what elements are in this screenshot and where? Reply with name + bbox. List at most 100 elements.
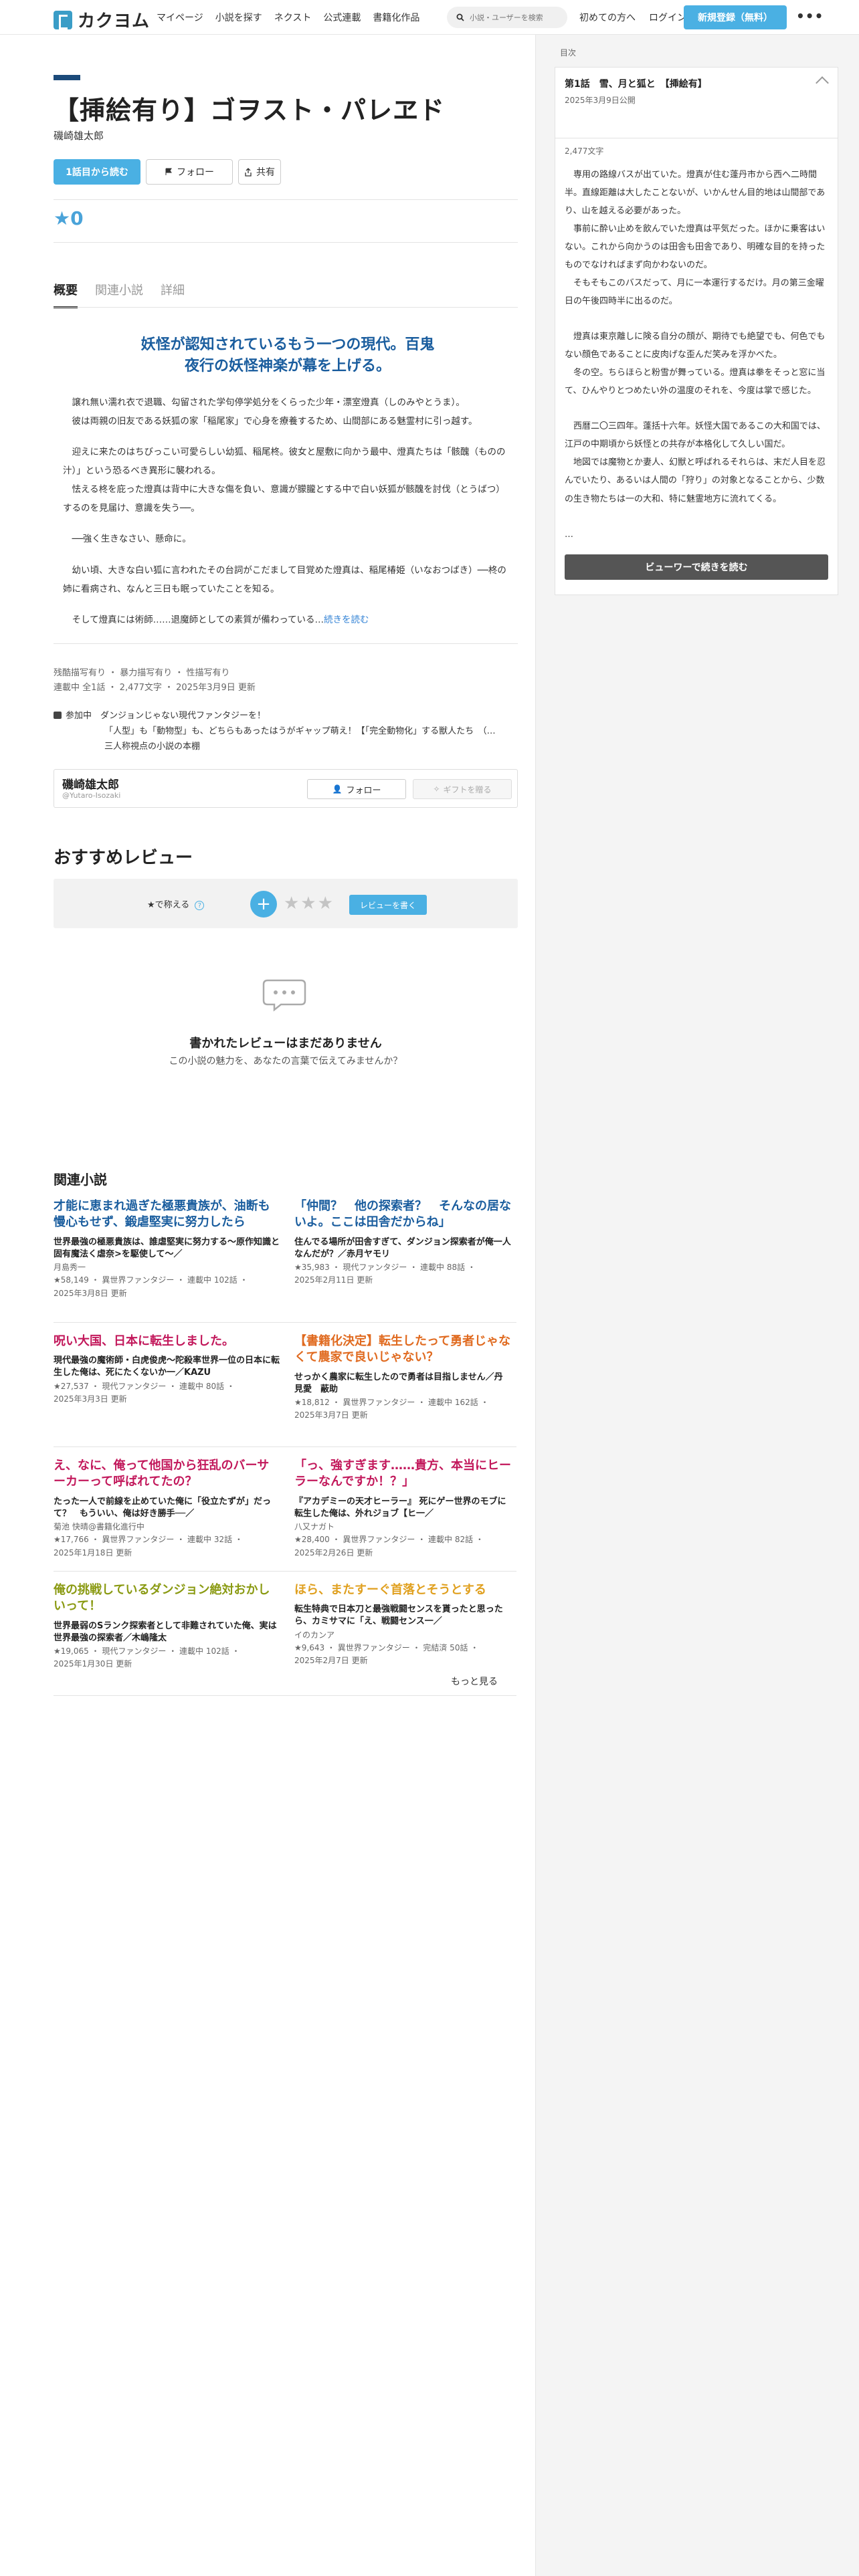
episode-char-count: 2,477文字 — [565, 146, 604, 156]
related-title: 関連小説 — [54, 1172, 107, 1188]
more-menu-icon[interactable]: ••• — [796, 8, 824, 24]
read-more-link[interactable]: 続きを読む — [324, 615, 369, 625]
preview-paragraph: 冬の空。ちらほらと粉雪が舞っている。燈真は拳をそっと窓に当て、ひんやりとつめたい… — [565, 368, 826, 397]
related-novel-author[interactable]: 菊池 快晴@書籍化進行中 — [54, 1521, 280, 1533]
related-novel-title[interactable]: 【書籍化決定】転生したって勇者じゃなくて農家で良いじゃない？ — [294, 1333, 511, 1366]
related-novel-updated: 2025年1月30日 更新 — [54, 1659, 132, 1669]
intro-paragraph: ──強く生きなさい、懸命に。 — [63, 534, 191, 545]
related-novel-item[interactable]: 俺の挑戦しているダンジョン絶対おかしいって！ 世界最弱のSランク探索者として非難さ… — [54, 1572, 285, 1696]
related-novel-author[interactable]: 月島秀一 — [54, 1262, 280, 1273]
help-icon[interactable]: ? — [195, 901, 205, 910]
related-novel-item[interactable]: 「仲間？ 他の探索者？ そんなの居ないよ。ここは田舎だからね」 住んでる場所が田舎… — [285, 1198, 516, 1323]
site-logo[interactable]: カクヨム — [54, 7, 150, 32]
related-novel-author[interactable]: 八又ナガト — [294, 1521, 511, 1533]
search-box[interactable] — [447, 7, 567, 28]
related-novel-title[interactable]: 呪い大国、日本に転生しました。 — [54, 1333, 280, 1350]
preview-paragraph: 専用の路線バスが出ていた。燈真が住む蓬丹市から西へ二時間半。直線距離は大したこと… — [565, 170, 826, 217]
related-novel-desc: たった一人で前線を止めていた俺に「役立たずが」だって？ もういい、俺は好き勝手─… — [54, 1496, 272, 1519]
work-author[interactable]: 磯崎雄太郎 — [54, 128, 104, 142]
related-novel-desc: 現代最強の魔術師・白虎俊虎〜陀殺率世界一位の日本に転生した俺は、死にたくないか一… — [54, 1356, 280, 1378]
first-visit-link[interactable]: 初めての方へ — [579, 11, 636, 24]
event-link[interactable]: 三人称視点の小説の本棚 — [54, 740, 496, 755]
related-novel-item[interactable]: え、なに、俺って他国から狂乱のバーサーカーって呼ばれてたの？ たった一人で前線を止… — [54, 1447, 285, 1572]
intro-paragraph: そして燈真には術師……退魔師としての素質が備わっている…続きを読む — [63, 614, 369, 625]
episode-preview-text: 専用の路線バスが出ていた。燈真が住む蓬丹市から西へ二時間半。直線距離は大したこと… — [565, 166, 828, 544]
toc-label: 目次 — [560, 48, 577, 58]
add-star-button[interactable]: + — [250, 891, 277, 918]
related-novel-author[interactable]: イのカンア — [294, 1630, 511, 1641]
nav-next[interactable]: ネクスト — [274, 11, 312, 24]
related-novel-item[interactable]: 「っ、強すぎます……貴方、本当にヒーラーなんですか！？」 『アカデミーの天才ヒーラ… — [285, 1447, 516, 1572]
share-icon — [245, 167, 252, 177]
related-novel-desc: せっかく農家に転生したので勇者は目指しません／丹見愛 蔽助 — [294, 1372, 503, 1394]
event-link[interactable]: ダンジョンじゃない現代ファンタジーを！ — [100, 711, 266, 721]
empty-reviews-title: 書かれたレビューはまだありません — [189, 1037, 382, 1051]
nav-books[interactable]: 書籍化作品 — [373, 11, 419, 24]
praise-label: ★で称える ? — [147, 897, 205, 910]
preview-paragraph — [565, 400, 828, 417]
author-card: 磯崎雄太郎 @Yutaro-Isozaki 👤 フォロー ✧ ギフトを贈る — [54, 769, 518, 808]
signup-button[interactable]: 新規登録（無料） — [684, 5, 787, 29]
related-novel-updated: 2025年3月3日 更新 — [54, 1394, 127, 1404]
related-novel-item[interactable]: 才能に恵まれ過ぎた極悪貴族が、油断も慢心もせず、鍛虐堅実に努力したら世界最強の極… — [54, 1198, 285, 1323]
preview-gap — [565, 508, 828, 526]
related-novel-updated: 2025年2月11日 更新 — [294, 1275, 373, 1285]
nav-search-novels[interactable]: 小説を探す — [215, 11, 262, 24]
empty-reviews-subtitle: この小説の魅力を、あなたの言葉で伝えてみませんか？ — [169, 1056, 403, 1067]
events: 参加中 ダンジョンじゃない現代ファンタジーを！ 「人型」も「動物型」も、どちらも… — [54, 709, 496, 754]
related-novel-title[interactable]: え、なに、俺って他国から狂乱のバーサーカーって呼ばれてたの？ — [54, 1458, 280, 1491]
episode-date: 2025年3月9日公開 — [565, 96, 636, 105]
gift-label: ギフトを贈る — [443, 784, 492, 794]
preview-paragraph — [565, 310, 828, 328]
related-novel-updated: 2025年3月8日 更新 — [54, 1288, 127, 1298]
related-novel-item[interactable]: 【書籍化決定】転生したって勇者じゃなくて農家で良いじゃない？ せっかく農家に転生し… — [285, 1323, 516, 1447]
related-novel-desc: 世界最強の極悪貴族は、誰虐堅実に努力する〜原作知識と固有魔法く虐奈>を駆使して〜… — [54, 1237, 280, 1259]
star-rating[interactable]: ★★★ — [284, 893, 335, 914]
tab-details[interactable]: 詳細 — [161, 281, 185, 308]
related-novel-title[interactable]: ほら、またすーぐ首落とそうとする — [294, 1582, 511, 1598]
related-novel-meta: ★9,643 ・ 異世界ファンタジー ・ 完結済 50話 ・ — [294, 1643, 479, 1653]
divider — [54, 307, 518, 308]
sidebar: 目次 第1話 雪、月と狐と 【挿絵有】 2025年3月9日公開 2,477文字 … — [535, 35, 859, 2576]
login-link[interactable]: ログイン — [649, 11, 686, 24]
tab-related[interactable]: 関連小説 — [95, 281, 143, 308]
related-novel-meta: ★27,537 ・ 現代ファンタジー ・ 連載中 80話 ・ — [54, 1381, 235, 1391]
gift-button[interactable]: ✧ ギフトを贈る — [413, 779, 512, 799]
nav-official[interactable]: 公式連載 — [323, 11, 361, 24]
related-novel-meta: ★35,983 ・ 現代ファンタジー ・ 連載中 88話 ・ — [294, 1262, 476, 1272]
read-in-viewer-button[interactable]: ビューワーで続きを読む — [565, 554, 828, 580]
episode-preview-card: 第1話 雪、月と狐と 【挿絵有】 2025年3月9日公開 2,477文字 専用の… — [555, 67, 838, 595]
site-header: カクヨム マイページ 小説を探す ネクスト 公式連載 書籍化作品 初めての方へ … — [0, 0, 859, 35]
episode-header[interactable]: 第1話 雪、月と狐と 【挿絵有】 2025年3月9日公開 — [555, 68, 838, 138]
reviews-title: おすすめレビュー — [54, 848, 193, 868]
search-icon — [456, 13, 464, 21]
follow-button[interactable]: フォロー — [146, 159, 233, 185]
preview-paragraph: 燈真は東京離しに険る自分の顔が、期待でも絶望でも、何色でもない顔色であることに皮… — [565, 332, 826, 360]
author-follow-button[interactable]: 👤 フォロー — [307, 779, 406, 799]
author-name[interactable]: 磯崎雄太郎 — [62, 775, 119, 792]
follow-flag-icon — [165, 168, 172, 175]
related-novel-updated: 2025年1月18日 更新 — [54, 1547, 132, 1558]
write-review-button[interactable]: レビューを書く — [349, 895, 427, 915]
catchphrase: 妖怪が認知されているもう一つの現代。百鬼夜行の妖怪神楽が幕を上げる。 — [140, 336, 435, 374]
gift-icon: ✧ — [433, 784, 440, 794]
introduction: 譲れ無い濡れ衣で退職、勾留された学句停学処分をくらった少年・漂室燈真（しのみやと… — [63, 393, 508, 641]
preview-paragraph: 事前に酔い止めを飲んでいた燈真は平気だった。ほかに乗客はいない。これから向かうの… — [565, 224, 826, 271]
work-title: 【挿絵有り】ゴヲスト・パレヱド — [54, 96, 446, 125]
related-novel-title[interactable]: 「仲間？ 他の探索者？ そんなの居ないよ。ここは田舎だからね」 — [294, 1198, 511, 1231]
search-input[interactable] — [470, 13, 563, 22]
nav-mypage[interactable]: マイページ — [157, 11, 203, 24]
tab-overview[interactable]: 概要 — [54, 281, 78, 308]
more-related-link[interactable]: もっと見る — [451, 1675, 498, 1688]
related-novel-title[interactable]: 才能に恵まれ過ぎた極悪貴族が、油断も慢心もせず、鍛虐堅実に努力したら — [54, 1198, 280, 1231]
event-link[interactable]: 「人型」も「動物型」も、どちらもあったはうがギャップ萌え！【「完全動物化」する獣… — [54, 724, 496, 740]
related-novel-item[interactable]: 呪い大国、日本に転生しました。現代最強の魔術師・白虎俊虎〜陀殺率世界一位の日本に… — [54, 1323, 285, 1447]
preview-paragraph: そもそもこのバスだって、月に一本運行するだけ。月の第三金曜日の午後四時半に出るの… — [565, 278, 824, 307]
read-first-button[interactable]: 1話目から読む — [54, 159, 140, 185]
share-button[interactable]: 共有 — [238, 159, 281, 185]
work-actions: 1話目から読む フォロー 共有 — [54, 159, 281, 185]
related-novel-title[interactable]: 「っ、強すぎます……貴方、本当にヒーラーなんですか！？」 — [294, 1458, 511, 1491]
intro-paragraph: 幼い頃、大きな白い狐に言われたその台詞がこだまして目覚めた燈真は、稲尾椿姫（いな… — [63, 564, 506, 595]
related-novel-title[interactable]: 俺の挑戦しているダンジョン絶対おかしいって！ — [54, 1582, 280, 1615]
user-plus-icon: 👤 — [332, 784, 343, 794]
